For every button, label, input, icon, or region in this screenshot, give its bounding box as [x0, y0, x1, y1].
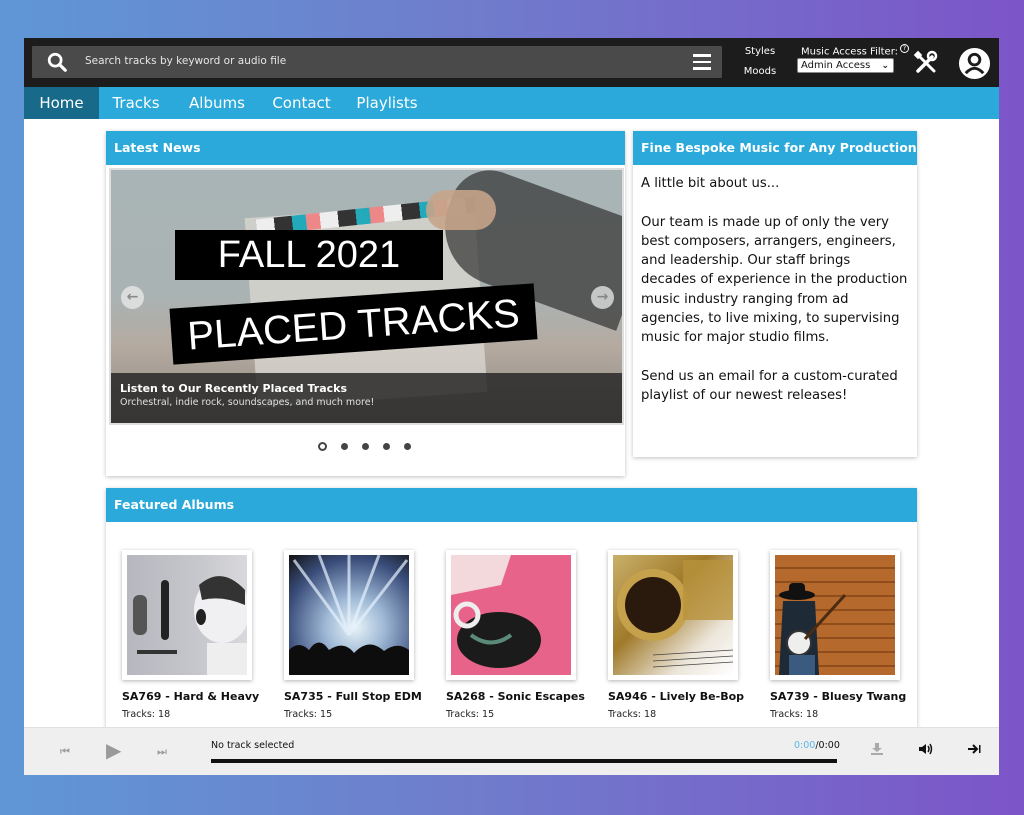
- play-icon[interactable]: ▶: [106, 738, 121, 762]
- album-card[interactable]: SA268 - Sonic Escapes Tracks: 15: [446, 550, 585, 720]
- album-cover-image: [289, 555, 409, 675]
- about-panel: Fine Bespoke Music for Any Production A …: [633, 131, 917, 457]
- album-cover[interactable]: [284, 550, 414, 680]
- carousel-next-arrow-icon[interactable]: →: [591, 286, 614, 309]
- carousel-dot[interactable]: [362, 443, 369, 450]
- album-cover[interactable]: [446, 550, 576, 680]
- audio-player: ⏮ ▶ ⏭ No track selected 0:00/0:00: [24, 727, 999, 775]
- access-filter-select[interactable]: Admin Access ⌄: [797, 58, 894, 73]
- album-track-count: Tracks: 15: [446, 709, 495, 720]
- album-cover-image: [613, 555, 733, 675]
- slide-caption-subtitle: Orchestral, indie rock, soundscapes, and…: [120, 397, 375, 408]
- featured-albums-header: Featured Albums: [106, 488, 917, 522]
- menu-button[interactable]: [682, 46, 722, 78]
- access-filter-label-text: Music Access Filter:: [801, 46, 899, 58]
- nav-home[interactable]: Home: [24, 87, 99, 119]
- volume-icon[interactable]: [918, 742, 934, 756]
- nav-contact[interactable]: Contact: [265, 87, 338, 119]
- collapse-player-icon[interactable]: [967, 742, 981, 756]
- download-icon[interactable]: [870, 742, 884, 756]
- album-card[interactable]: SA946 - Lively Be-Bop Tracks: 18: [608, 550, 744, 720]
- album-track-count: Tracks: 15: [284, 709, 333, 720]
- album-cover[interactable]: [608, 550, 738, 680]
- carousel-dot[interactable]: [383, 443, 390, 450]
- album-title[interactable]: SA735 - Full Stop EDM: [284, 690, 422, 703]
- about-header: Fine Bespoke Music for Any Production: [633, 131, 917, 165]
- search-placeholder: Search tracks by keyword or audio file: [85, 55, 287, 67]
- carousel-dot[interactable]: [404, 443, 411, 450]
- carousel-dot[interactable]: [318, 442, 327, 451]
- track-name: No track selected: [211, 740, 295, 751]
- chevron-down-icon: ⌄: [881, 61, 889, 71]
- carousel-prev-arrow-icon[interactable]: ←: [121, 286, 144, 309]
- album-title[interactable]: SA268 - Sonic Escapes: [446, 690, 585, 703]
- app-window: Search tracks by keyword or audio file S…: [24, 38, 999, 775]
- carousel-dot[interactable]: [341, 443, 348, 450]
- user-avatar-icon[interactable]: [958, 47, 991, 80]
- total-time: /0:00: [815, 740, 840, 751]
- moods-link[interactable]: Moods: [742, 66, 778, 77]
- hand-image: [426, 190, 496, 230]
- album-cover[interactable]: [122, 550, 252, 680]
- album-card[interactable]: SA769 - Hard & Heavy Tracks: 18: [122, 550, 259, 720]
- latest-news-panel: Latest News FALL 2021 PLACED TRACKS ← → …: [106, 131, 625, 476]
- album-track-count: Tracks: 18: [122, 709, 171, 720]
- slide-caption-title[interactable]: Listen to Our Recently Placed Tracks: [120, 382, 622, 395]
- search-icon[interactable]: [46, 51, 68, 73]
- menu-icon: [693, 52, 711, 72]
- progress-bar[interactable]: [211, 759, 837, 763]
- tools-icon[interactable]: [913, 50, 939, 76]
- main-nav: Home Tracks Albums Contact Playlists: [24, 87, 999, 119]
- album-card[interactable]: SA739 - Bluesy Twang Tracks: 18: [770, 550, 906, 720]
- album-cover-image: [775, 555, 895, 675]
- album-cover-image: [451, 555, 571, 675]
- nav-playlists[interactable]: Playlists: [352, 87, 422, 119]
- carousel-indicators: [318, 442, 411, 451]
- about-body: A little bit about us... Our team is mad…: [641, 176, 908, 404]
- album-track-count: Tracks: 18: [770, 709, 819, 720]
- search-input[interactable]: Search tracks by keyword or audio file: [32, 46, 722, 78]
- slide-banner-line1: FALL 2021: [175, 230, 443, 280]
- help-icon[interactable]: ?: [900, 44, 910, 53]
- access-filter-label: Music Access Filter:?: [801, 44, 910, 58]
- current-time: 0:00: [794, 740, 816, 751]
- access-filter-value: Admin Access: [801, 60, 871, 71]
- album-title[interactable]: SA739 - Bluesy Twang: [770, 690, 906, 703]
- top-bar: Search tracks by keyword or audio file S…: [24, 38, 999, 87]
- album-cover-image: [127, 555, 247, 675]
- album-title[interactable]: SA946 - Lively Be-Bop: [608, 690, 744, 703]
- news-carousel-slide[interactable]: FALL 2021 PLACED TRACKS ← → Listen to Ou…: [109, 168, 624, 425]
- previous-track-icon[interactable]: ⏮: [60, 745, 70, 759]
- album-list: SA769 - Hard & Heavy Tracks: 18 SA735 - …: [106, 550, 917, 740]
- album-card[interactable]: SA735 - Full Stop EDM Tracks: 15: [284, 550, 422, 720]
- styles-link[interactable]: Styles: [742, 46, 778, 57]
- nav-tracks[interactable]: Tracks: [104, 87, 168, 119]
- album-title[interactable]: SA769 - Hard & Heavy: [122, 690, 259, 703]
- latest-news-header: Latest News: [106, 131, 625, 165]
- slide-caption: Listen to Our Recently Placed Tracks Orc…: [111, 373, 622, 423]
- album-track-count: Tracks: 18: [608, 709, 657, 720]
- time-display: 0:00/0:00: [794, 740, 840, 751]
- next-track-icon[interactable]: ⏭: [157, 745, 167, 759]
- album-cover[interactable]: [770, 550, 900, 680]
- nav-albums[interactable]: Albums: [182, 87, 252, 119]
